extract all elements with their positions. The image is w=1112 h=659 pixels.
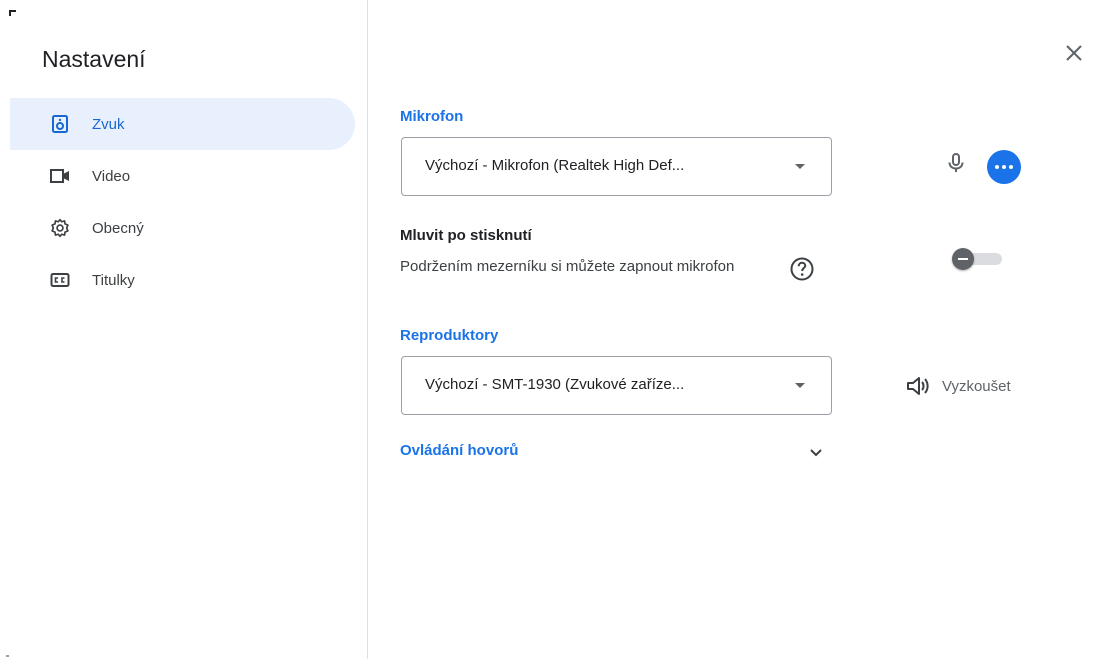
gear-icon	[51, 218, 69, 238]
chevron-down-icon	[810, 449, 822, 457]
dialog-title: Nastavení	[42, 46, 146, 72]
sidebar-item-zvuk[interactable]: Zvuk	[10, 98, 355, 150]
sidebar-item-titulky[interactable]: Titulky	[10, 254, 355, 306]
dropdown-arrow-icon	[795, 164, 805, 169]
test-speakers-button[interactable]: Vyzkoušet	[906, 372, 1011, 400]
call-controls-label: Ovládání hovorů	[400, 442, 519, 459]
toggle-knob	[952, 248, 974, 270]
volume-icon	[907, 377, 929, 395]
sidebar-item-label: Zvuk	[92, 115, 125, 133]
dropdown-arrow-icon	[795, 383, 805, 388]
call-controls-expander[interactable]: Ovládání hovorů	[400, 434, 832, 468]
closed-captions-icon	[50, 273, 70, 287]
microphone-icon	[948, 153, 964, 172]
sidebar-item-label: Video	[92, 167, 131, 185]
sidebar-item-obecny[interactable]: Obecný	[10, 202, 355, 254]
speaker-icon	[52, 115, 68, 133]
test-speakers-label: Vyzkoušet	[942, 377, 1011, 395]
microphone-more-button[interactable]	[987, 150, 1021, 184]
push-to-talk-toggle[interactable]	[952, 248, 1004, 270]
help-icon[interactable]	[789, 256, 815, 282]
settings-sidebar: Nastavení Zvuk Video Obecný Titulky	[0, 0, 368, 659]
speakers-select[interactable]: Výchozí - SMT-1930 (Zvukové zaříze...	[401, 356, 832, 415]
sidebar-item-label: Titulky	[92, 271, 135, 289]
push-to-talk-title: Mluvit po stisknutí	[400, 227, 532, 244]
sidebar-item-video[interactable]: Video	[10, 150, 355, 202]
sidebar-item-label: Obecný	[92, 219, 144, 237]
microphone-select[interactable]: Výchozí - Mikrofon (Realtek High Def...	[401, 137, 832, 196]
push-to-talk-description: Podržením mezerníku si můžete zapnout mi…	[400, 258, 735, 275]
speakers-label: Reproduktory	[400, 327, 499, 344]
microphone-selected-value: Výchozí - Mikrofon (Realtek High Def...	[425, 157, 685, 174]
corner-mark-bottom	[6, 655, 9, 657]
microphone-label: Mikrofon	[400, 108, 464, 125]
videocam-icon	[50, 169, 69, 183]
more-horiz-icon	[995, 165, 999, 169]
close-icon[interactable]	[1063, 42, 1085, 64]
speakers-selected-value: Výchozí - SMT-1930 (Zvukové zaříze...	[425, 376, 685, 393]
